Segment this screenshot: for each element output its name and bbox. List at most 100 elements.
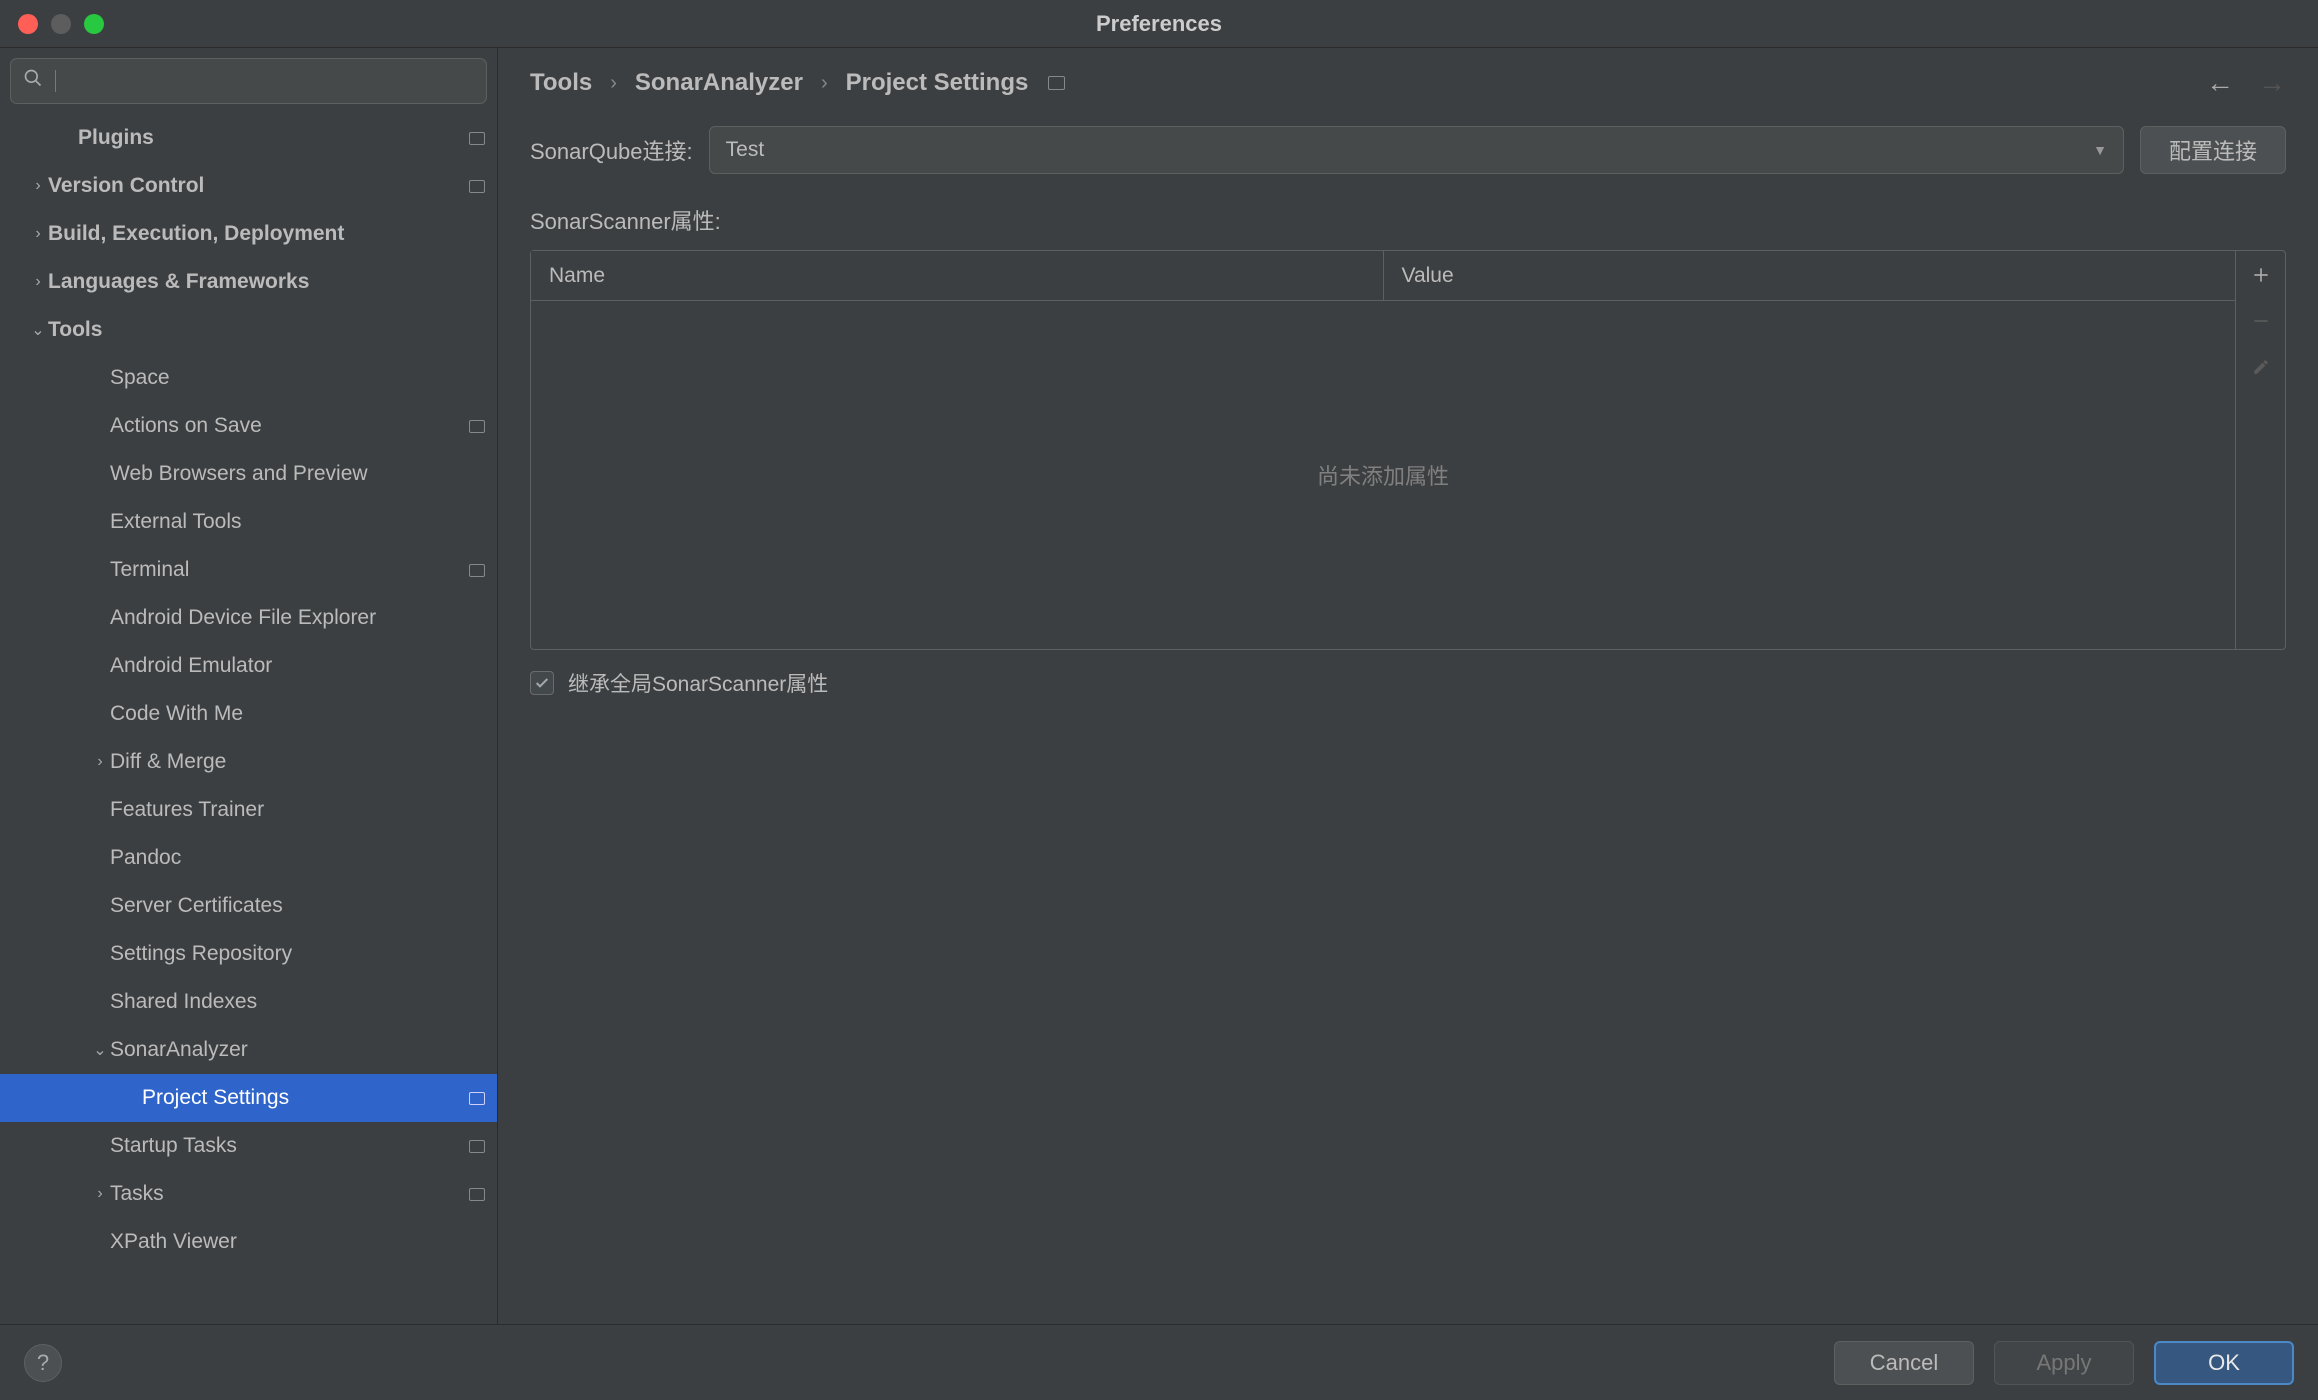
tree-item-label: Android Emulator <box>110 654 272 678</box>
tree-item[interactable]: Space <box>0 354 497 402</box>
tree-item[interactable]: ›Tasks <box>0 1170 497 1218</box>
connection-label: SonarQube连接: <box>530 134 693 166</box>
content-pane: Tools › SonarAnalyzer › Project Settings… <box>498 48 2318 1324</box>
project-scope-icon <box>469 1092 485 1105</box>
tree-item[interactable]: Project Settings <box>0 1074 497 1122</box>
tree-item[interactable]: Plugins <box>0 114 497 162</box>
project-scope-icon <box>469 1140 485 1153</box>
inherit-checkbox-row[interactable]: 继承全局SonarScanner属性 <box>530 668 2286 698</box>
inherit-label: 继承全局SonarScanner属性 <box>568 668 828 698</box>
edit-button <box>2247 353 2275 381</box>
add-button[interactable] <box>2247 261 2275 289</box>
tree-item-label: Code With Me <box>110 702 243 726</box>
tree-item[interactable]: Settings Repository <box>0 930 497 978</box>
breadcrumb: Tools › SonarAnalyzer › Project Settings… <box>498 48 2318 118</box>
tree-item[interactable]: ›Build, Execution, Deployment <box>0 210 497 258</box>
search-icon <box>23 68 43 94</box>
tree-item-label: Actions on Save <box>110 414 262 438</box>
tree-item[interactable]: ›Version Control <box>0 162 497 210</box>
chevron-right-icon: › <box>821 72 828 95</box>
tree-item-label: Shared Indexes <box>110 990 257 1014</box>
tree-item[interactable]: ›Diff & Merge <box>0 738 497 786</box>
apply-button: Apply <box>1994 1341 2134 1385</box>
ok-button[interactable]: OK <box>2154 1341 2294 1385</box>
column-value[interactable]: Value <box>1384 251 2236 300</box>
table-toolbar <box>2235 251 2285 649</box>
connection-select[interactable]: Test ▼ <box>709 126 2124 174</box>
tree-item-label: Web Browsers and Preview <box>110 462 368 486</box>
tree-item-label: Features Trainer <box>110 798 264 822</box>
connection-row: SonarQube连接: Test ▼ 配置连接 <box>530 126 2286 174</box>
tree-item[interactable]: Features Trainer <box>0 786 497 834</box>
chevron-right-icon: › <box>610 72 617 95</box>
tree-arrow-icon: › <box>90 753 110 771</box>
chevron-down-icon: ▼ <box>2093 142 2107 158</box>
tree-item-label: Languages & Frameworks <box>48 270 309 294</box>
tree-item-label: Space <box>110 366 170 390</box>
search-separator <box>55 70 56 92</box>
tree-arrow-icon: ⌄ <box>28 320 48 340</box>
help-button[interactable]: ? <box>24 1344 62 1382</box>
project-scope-icon <box>469 564 485 577</box>
tree-item-label: Plugins <box>78 126 154 150</box>
tree-item[interactable]: ⌄SonarAnalyzer <box>0 1026 497 1074</box>
tree-item[interactable]: External Tools <box>0 498 497 546</box>
tree-item-label: Project Settings <box>142 1086 289 1110</box>
table-body-empty: 尚未添加属性 <box>531 301 2235 649</box>
properties-table: Name Value 尚未添加属性 <box>531 251 2235 649</box>
tree-item-label: Terminal <box>110 558 189 582</box>
tree-item[interactable]: Android Device File Explorer <box>0 594 497 642</box>
tree-item[interactable]: Shared Indexes <box>0 978 497 1026</box>
breadcrumb-item[interactable]: SonarAnalyzer <box>635 69 803 97</box>
tree-item-label: XPath Viewer <box>110 1230 237 1254</box>
tree-item[interactable]: Pandoc <box>0 834 497 882</box>
tree-item[interactable]: Web Browsers and Preview <box>0 450 497 498</box>
tree-item-label: External Tools <box>110 510 242 534</box>
search-wrap <box>0 48 497 114</box>
tree-item-label: Build, Execution, Deployment <box>48 222 344 246</box>
cancel-button[interactable]: Cancel <box>1834 1341 1974 1385</box>
tree-item[interactable]: XPath Viewer <box>0 1218 497 1266</box>
tree-item[interactable]: Code With Me <box>0 690 497 738</box>
project-scope-icon <box>469 180 485 193</box>
breadcrumb-item: Project Settings <box>846 69 1029 97</box>
traffic-lights <box>0 14 104 34</box>
tree-item[interactable]: Startup Tasks <box>0 1122 497 1170</box>
tree-item[interactable]: ⌄Tools <box>0 306 497 354</box>
tree-item-label: Tools <box>48 318 102 342</box>
configure-connection-button[interactable]: 配置连接 <box>2140 126 2286 174</box>
nav-arrows: ← → <box>2206 67 2286 99</box>
project-scope-icon <box>469 1188 485 1201</box>
main-area: Plugins›Version Control›Build, Execution… <box>0 48 2318 1324</box>
maximize-window-button[interactable] <box>84 14 104 34</box>
tree-item-label: SonarAnalyzer <box>110 1038 248 1062</box>
tree-item-label: Server Certificates <box>110 894 283 918</box>
tree-item[interactable]: Actions on Save <box>0 402 497 450</box>
tree-item[interactable]: ›Languages & Frameworks <box>0 258 497 306</box>
breadcrumb-item[interactable]: Tools <box>530 69 592 97</box>
sidebar: Plugins›Version Control›Build, Execution… <box>0 48 498 1324</box>
tree-arrow-icon: ⌄ <box>90 1040 110 1060</box>
column-name[interactable]: Name <box>531 251 1384 300</box>
inherit-checkbox[interactable] <box>530 671 554 695</box>
tree-item-label: Tasks <box>110 1182 164 1206</box>
tree-item-label: Pandoc <box>110 846 181 870</box>
window-title: Preferences <box>1096 11 1222 37</box>
settings-tree[interactable]: Plugins›Version Control›Build, Execution… <box>0 114 497 1324</box>
tree-arrow-icon: › <box>90 1185 110 1203</box>
tree-item[interactable]: Terminal <box>0 546 497 594</box>
tree-item[interactable]: Server Certificates <box>0 882 497 930</box>
props-label: SonarScanner属性: <box>530 204 2286 236</box>
tree-item[interactable]: Android Emulator <box>0 642 497 690</box>
tree-item-label: Settings Repository <box>110 942 292 966</box>
minimize-window-button[interactable] <box>51 14 71 34</box>
project-scope-icon <box>469 420 485 433</box>
remove-button <box>2247 307 2275 335</box>
search-input[interactable] <box>10 58 487 104</box>
forward-button: → <box>2258 67 2286 99</box>
project-scope-icon <box>469 132 485 145</box>
back-button[interactable]: ← <box>2206 67 2234 99</box>
tree-item-label: Diff & Merge <box>110 750 226 774</box>
connection-value: Test <box>726 138 765 162</box>
close-window-button[interactable] <box>18 14 38 34</box>
